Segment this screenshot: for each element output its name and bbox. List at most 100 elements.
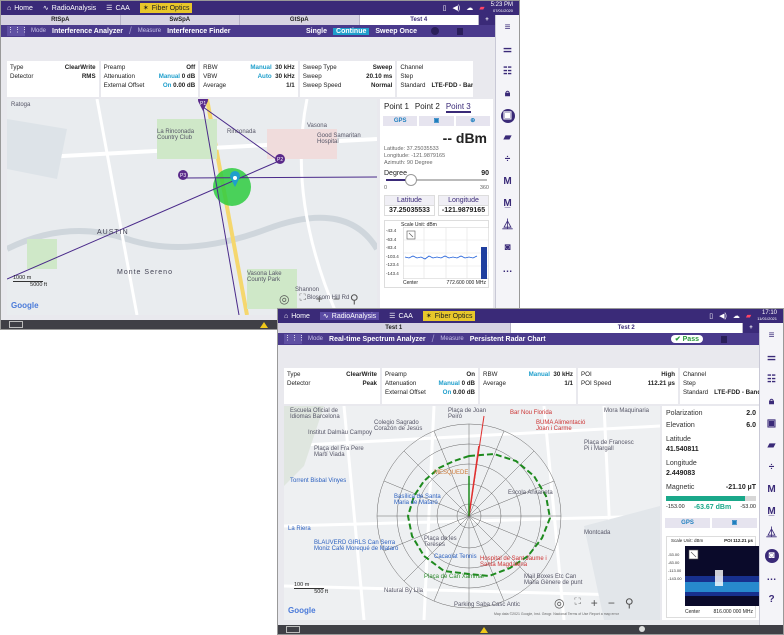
tab-point-1[interactable]: Point 1 — [384, 102, 409, 113]
sweep-params[interactable]: Sweep Type Sweep Sweep 20.10 ms Sweep Spee… — [299, 61, 396, 97]
image-icon[interactable]: ▣ — [419, 116, 454, 126]
save-icon[interactable]: ▣ — [765, 417, 779, 431]
zoom-in-button[interactable]: + — [316, 292, 323, 306]
warning-icon[interactable] — [260, 322, 268, 328]
locate-icon[interactable]: ◎ — [554, 596, 564, 610]
tab-rtspa[interactable]: RtSpA — [1, 15, 121, 25]
radioanalysis-button[interactable]: ∿ RadioAnalysis — [43, 4, 96, 13]
longitude-value[interactable]: -121.9879165 — [438, 206, 489, 216]
peak-icon[interactable]: ⏅ — [765, 527, 779, 541]
record-icon[interactable] — [431, 27, 439, 35]
channel-params[interactable]: Channel Step StandardLTE-FDD - Band — [397, 61, 473, 97]
volume-icon[interactable]: ◀) — [453, 4, 461, 12]
mode-value[interactable]: Real-time Spectrum Analyzer — [329, 336, 426, 343]
caa-button[interactable]: ☰ CAA — [389, 312, 413, 321]
divide-icon[interactable]: ÷ — [501, 153, 515, 167]
tab-gtspa[interactable]: GtSpA — [240, 15, 360, 25]
poi-params[interactable]: POI High POI Speed 112.21 µs — [578, 368, 678, 404]
zoom-out-button[interactable]: − — [608, 596, 615, 610]
add-tab-button[interactable]: + — [743, 323, 759, 333]
channel-params[interactable]: Channel Step StandardLTE-FDD - Band — [680, 368, 762, 404]
settings-sliders-icon[interactable]: ⚌ — [765, 351, 779, 365]
search-icon[interactable]: ⚲ — [350, 292, 359, 306]
fiber-optics-button[interactable]: ✶ Fiber Optics — [139, 3, 193, 13]
tab-test-1[interactable]: Test 1 — [278, 323, 511, 333]
folder-icon[interactable]: ▰ — [501, 131, 515, 145]
measure-value[interactable]: Persistent Radar Chart — [470, 336, 546, 343]
more-icon[interactable]: … — [501, 263, 515, 277]
bars-icon[interactable]: ☷ — [501, 65, 515, 79]
trace-params[interactable]: Type ClearWrite Detector Peak — [284, 368, 380, 404]
keyboard-icon[interactable] — [286, 626, 300, 633]
zoom-out-button[interactable]: − — [333, 292, 340, 306]
latitude-value[interactable]: 37.25035533 — [384, 206, 435, 216]
mini-spectrum[interactable]: Scale Unit: dBm -43.4 -63.4 -83.4 -103.4… — [384, 220, 489, 288]
help-icon[interactable]: ? — [765, 593, 779, 607]
fiber-optics-button[interactable]: ✶ Fiber Optics — [422, 311, 476, 321]
tab-point-2[interactable]: Point 2 — [415, 102, 440, 113]
marker-table-icon[interactable]: M̲ — [501, 197, 515, 211]
mini-spectrum[interactable]: Scale Unit: dBm POI 112.21 µs -53.00 -83… — [666, 536, 761, 618]
single-button[interactable]: Single — [306, 28, 327, 35]
trace-params[interactable]: Type ClearWrite Detector RMS — [7, 61, 99, 97]
marker-p2[interactable]: P2 — [275, 154, 285, 164]
bandwidth-params[interactable]: RBW Manual 30 kHz Average 1/1 — [480, 368, 576, 404]
bandwidth-params[interactable]: RBW Manual 30 kHz VBW Auto 30 kHz Average 1… — [200, 61, 298, 97]
phone-icon[interactable]: ▯ — [709, 312, 713, 320]
compass-icon[interactable]: ⊕ — [455, 116, 490, 126]
lock-icon[interactable]: 🔒︎ — [501, 87, 515, 101]
more-icon[interactable]: … — [765, 571, 779, 585]
fullscreen-icon[interactable]: ⛶ — [574, 596, 580, 610]
home-button[interactable]: ⌂ Home — [284, 313, 310, 320]
keyboard-icon[interactable] — [9, 321, 23, 328]
divide-icon[interactable]: ÷ — [765, 461, 779, 475]
radioanalysis-button[interactable]: ∿ RadioAnalysis — [319, 312, 380, 320]
cloud-icon[interactable]: ☁ — [733, 312, 740, 320]
marker-icon[interactable]: M — [765, 483, 779, 497]
settings-sliders-icon[interactable]: ⚌ — [501, 43, 515, 57]
marker-icon[interactable]: M — [501, 175, 515, 189]
mode-value[interactable]: Interference Analyzer — [52, 28, 123, 35]
lock-icon[interactable] — [457, 27, 463, 35]
radar-map-view[interactable]: Escuela Oficial de Idiomas Barcelona Ins… — [284, 406, 660, 620]
degree-slider[interactable] — [386, 174, 487, 186]
camera-icon[interactable]: ◙ — [764, 549, 779, 563]
peak-icon[interactable]: ⏅ — [501, 219, 515, 233]
marker-table-icon[interactable]: M̲ — [765, 505, 779, 519]
lock-icon[interactable]: 🔒︎ — [765, 395, 779, 409]
marker-p3[interactable]: P3 — [178, 170, 188, 180]
menu-icon[interactable]: ≡ — [765, 329, 779, 343]
location-icon[interactable] — [639, 626, 645, 632]
map-view[interactable]: P1 P2 P3 Ratoga La Rinconada Country Clu… — [7, 99, 377, 315]
apps-grid-button[interactable]: ⋮⋮⋮ — [7, 26, 28, 36]
bars-icon[interactable]: ☷ — [765, 373, 779, 387]
camera-icon[interactable]: ◙ — [501, 241, 515, 255]
measure-value[interactable]: Interference Finder — [167, 28, 230, 35]
radar-canvas[interactable] — [284, 406, 660, 620]
add-tab-button[interactable]: + — [479, 15, 495, 25]
phone-icon[interactable]: ▯ — [443, 4, 447, 12]
caa-button[interactable]: ☰ CAA — [106, 4, 130, 13]
tab-test-4[interactable]: Test 4 — [359, 15, 479, 25]
zoom-in-button[interactable]: + — [591, 596, 598, 610]
gps-button[interactable]: GPS — [383, 116, 418, 126]
locate-icon[interactable]: ◎ — [279, 292, 289, 306]
menu-icon[interactable]: ≡ — [501, 21, 515, 35]
warning-icon[interactable] — [480, 627, 488, 633]
volume-icon[interactable]: ◀) — [719, 312, 727, 320]
folder-icon[interactable]: ▰ — [765, 439, 779, 453]
continue-button[interactable]: Continue — [333, 27, 370, 35]
tab-test-2[interactable]: Test 2 — [510, 323, 743, 333]
cloud-icon[interactable]: ☁ — [466, 4, 473, 12]
tab-swspa[interactable]: SwSpA — [121, 15, 240, 25]
sweep-once-button[interactable]: Sweep Once — [375, 28, 417, 35]
home-button[interactable]: ⌂ Home — [7, 5, 33, 12]
gps-button[interactable]: GPS — [665, 518, 710, 528]
amplitude-params[interactable]: Preamp Off Attenuation Manual 0 dB Externa… — [100, 61, 199, 97]
image-icon[interactable]: ▣ — [712, 518, 757, 528]
apps-grid-button[interactable]: ⋮⋮⋮ — [284, 334, 305, 344]
lock-icon[interactable] — [721, 335, 727, 343]
fullscreen-icon[interactable]: ⛶ — [299, 292, 305, 306]
tab-point-3[interactable]: Point 3 — [445, 102, 471, 113]
search-icon[interactable]: ⚲ — [625, 596, 634, 610]
